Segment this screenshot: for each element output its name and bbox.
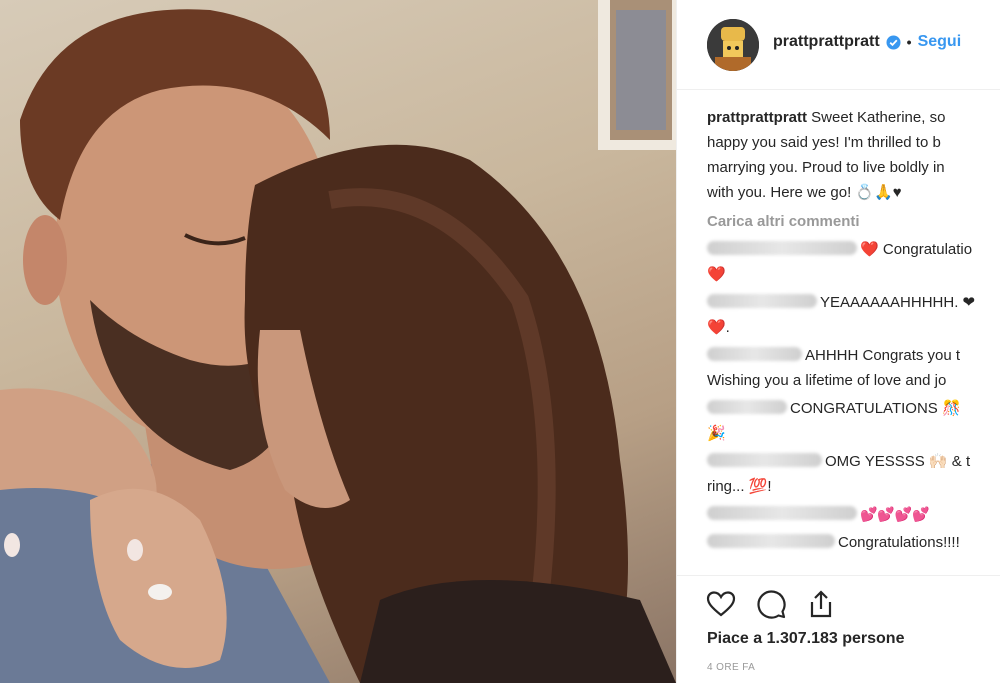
comment-text: 🎉 [707,425,726,442]
comment-text: ❤️. [707,319,730,336]
blurred-username [707,506,857,520]
blurred-username [707,294,817,308]
photo-illustration [0,0,676,683]
caption: prattprattpratt Sweet Katherine, so happ… [707,105,1000,205]
comment-item: AHHHH Congrats you t Wishing you a lifet… [707,343,1000,393]
post-photo[interactable] [0,0,676,683]
verified-badge-icon [886,35,901,50]
blurred-username [707,241,857,255]
like-count[interactable]: Piace a 1.307.183 persone [707,630,904,648]
blurred-username [707,400,787,414]
comment-item: 💕💕💕💕 [707,502,1000,527]
comment-item: ❤️ Congratulatio ❤️ [707,237,1000,287]
username[interactable]: prattprattpratt [773,33,880,51]
post-actions: Piace a 1.307.183 persone 4 ORE FA [677,575,1000,683]
avatar[interactable] [707,19,759,71]
caption-line: happy you said yes! I'm thrilled to b [707,134,941,151]
comment-text: Wishing you a lifetime of love and jo [707,372,947,389]
comment-text: ❤️ [707,266,726,283]
caption-line: Sweet Katherine, so [807,109,946,126]
comment-bubble-icon[interactable] [755,588,787,620]
comment-text: YEAAAAAAHHHHH. ❤ [820,294,976,311]
separator-dot: • [906,34,912,50]
post-side-panel: prattprattpratt • Segui prattprattpratt … [676,0,1000,683]
comment-text: AHHHH Congrats you t [805,347,961,364]
follow-button[interactable]: Segui [918,33,962,51]
comment-text: Congratulations!!!! [838,534,960,551]
caption-line: with you. Here we go! 💍🙏♥ [707,184,902,201]
comment-text: 💕💕💕💕 [860,506,930,522]
lego-figure-icon [707,19,759,71]
comment-item: OMG YESSSS 🙌🏻 & t ring... 💯! [707,449,1000,499]
blurred-username [707,347,802,361]
caption-line: marrying you. Proud to live boldly in [707,159,945,176]
comment-item: Congratulations!!!! [707,530,1000,555]
comment-item: YEAAAAAAHHHHH. ❤ ❤️. [707,290,1000,340]
blurred-username [707,534,835,548]
load-more-comments-button[interactable]: Carica altri commenti [707,209,1000,234]
comment-text: CONGRATULATIONS 🎊 [790,400,961,417]
post-header: prattprattpratt • Segui [677,0,1000,90]
comment-item: CONGRATULATIONS 🎊 🎉 [707,396,1000,446]
heart-icon[interactable] [705,588,737,620]
comment-text: ring... 💯! [707,478,772,495]
comments-section: prattprattpratt Sweet Katherine, so happ… [707,100,1000,555]
share-icon[interactable] [805,588,837,620]
blurred-username [707,453,822,467]
comment-text: Congratulatio [882,241,973,258]
comment-text: OMG YESSSS 🙌🏻 & t [825,453,971,470]
post-timestamp[interactable]: 4 ORE FA [707,662,755,673]
caption-username[interactable]: prattprattpratt [707,109,807,126]
